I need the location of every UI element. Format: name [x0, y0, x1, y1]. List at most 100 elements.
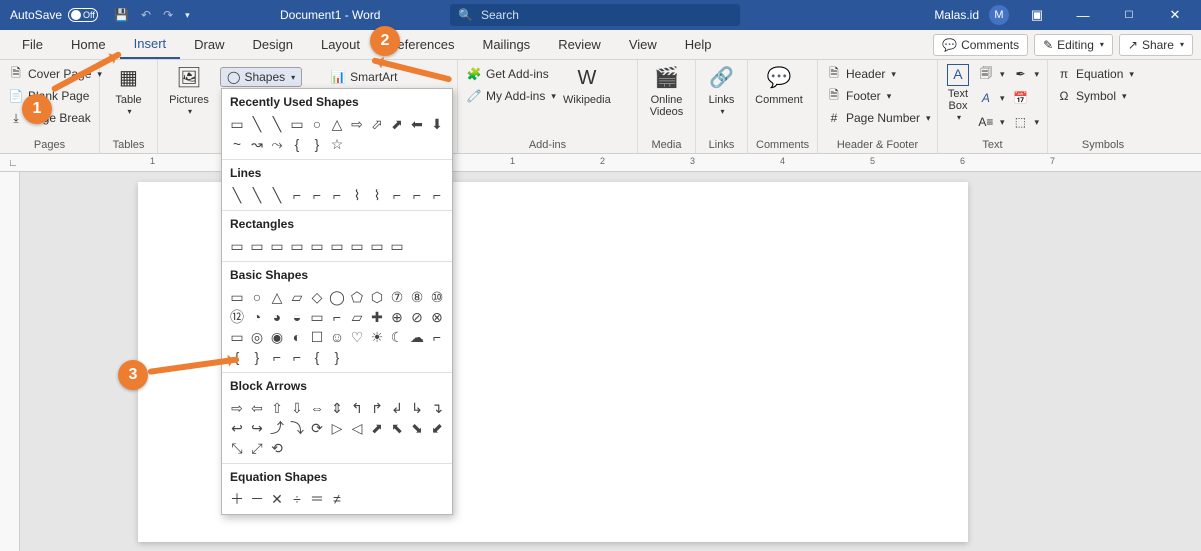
shape-glyph[interactable]: ▭ [248, 237, 266, 255]
shape-glyph[interactable]: ⬡ [368, 288, 386, 306]
shapes-equation-row[interactable]: ＋－✕÷＝≠ [222, 488, 452, 514]
shape-glyph[interactable]: ◉ [268, 328, 286, 346]
shape-glyph[interactable]: ⌇ [368, 186, 386, 204]
search-input[interactable] [481, 8, 732, 22]
shape-glyph[interactable]: ⌇ [348, 186, 366, 204]
shape-glyph[interactable]: ◇ [308, 288, 326, 306]
object-button[interactable]: ⬚▾ [1012, 112, 1039, 132]
shape-glyph[interactable]: } [308, 135, 326, 153]
tab-draw[interactable]: Draw [180, 30, 238, 59]
shape-glyph[interactable]: { [288, 135, 306, 153]
shape-glyph[interactable]: ⬀ [368, 115, 386, 133]
shape-glyph[interactable]: ↱ [368, 399, 386, 417]
shape-glyph[interactable]: ⬇ [428, 115, 446, 133]
shapes-basic-row[interactable]: ▭○△▱◇◯⬠⬡⑦⑧⑩⑫◔◕◒▭⌐▱✚⊕⊘⊗▭◎◉◐☐☺♡☀☾☁⌐{}⌐⌐{} [222, 286, 452, 372]
shape-glyph[interactable]: } [248, 348, 266, 366]
tab-layout[interactable]: Layout [307, 30, 374, 59]
shape-glyph[interactable]: ⌐ [328, 186, 346, 204]
smartart-button[interactable]: 📊SmartArt [330, 67, 397, 87]
tab-mailings[interactable]: Mailings [469, 30, 545, 59]
shape-glyph[interactable]: ▭ [288, 115, 306, 133]
shape-glyph[interactable]: ⤵ [288, 419, 306, 437]
editing-button[interactable]: ✎ Editing ▾ [1034, 34, 1113, 56]
shape-glyph[interactable]: ╲ [248, 186, 266, 204]
shape-glyph[interactable]: ○ [248, 288, 266, 306]
shape-glyph[interactable]: ↰ [348, 399, 366, 417]
shape-glyph[interactable]: ╲ [268, 115, 286, 133]
shape-glyph[interactable]: ⌐ [308, 186, 326, 204]
shape-glyph[interactable]: ◕ [268, 308, 286, 326]
toggle-switch[interactable]: Off [68, 8, 98, 22]
shape-glyph[interactable]: ⌐ [428, 328, 446, 346]
shape-glyph[interactable]: ▭ [328, 237, 346, 255]
shape-glyph[interactable]: ↲ [388, 399, 406, 417]
comment-button[interactable]: 💬 Comment [756, 64, 802, 137]
shape-glyph[interactable]: ⌐ [268, 348, 286, 366]
comments-button[interactable]: 💬 Comments [933, 34, 1028, 56]
shape-glyph[interactable]: ☀ [368, 328, 386, 346]
pictures-button[interactable]: 🖼 Pictures▾ [166, 64, 212, 117]
tab-review[interactable]: Review [544, 30, 615, 59]
shape-glyph[interactable]: ☺ [328, 328, 346, 346]
shape-glyph[interactable]: ○ [308, 115, 326, 133]
shape-glyph[interactable]: ⌐ [328, 308, 346, 326]
shapes-lines-row[interactable]: ╲╲╲⌐⌐⌐⌇⌇⌐⌐⌐ [222, 184, 452, 210]
shape-glyph[interactable]: ⤢ [248, 439, 266, 457]
shape-glyph[interactable]: ↝ [248, 135, 266, 153]
shape-glyph[interactable]: ⊘ [408, 308, 426, 326]
shape-glyph[interactable]: ~ [228, 135, 246, 153]
qat-dropdown-icon[interactable]: ▾ [185, 10, 190, 21]
get-addins-button[interactable]: 🧩Get Add-ins [466, 64, 556, 84]
shape-glyph[interactable]: ▭ [368, 237, 386, 255]
shape-glyph[interactable]: ⑧ [408, 288, 426, 306]
shape-glyph[interactable]: ⌐ [388, 186, 406, 204]
shape-glyph[interactable]: ⊕ [388, 308, 406, 326]
tab-design[interactable]: Design [239, 30, 307, 59]
autosave-toggle[interactable]: AutoSave Off [10, 8, 98, 22]
header-button[interactable]: 🗎Header▾ [826, 64, 931, 84]
shape-glyph[interactable]: ⇦ [248, 399, 266, 417]
shape-glyph[interactable]: ÷ [288, 490, 306, 508]
page-number-button[interactable]: #Page Number▾ [826, 108, 931, 128]
tab-insert[interactable]: Insert [120, 30, 181, 59]
shape-glyph[interactable]: ↳ [408, 399, 426, 417]
textbox-button[interactable]: A Text Box▾ [946, 64, 970, 137]
signature-button[interactable]: ✒▾ [1012, 64, 1039, 84]
shape-glyph[interactable]: ▱ [348, 308, 366, 326]
shape-glyph[interactable]: ↴ [428, 399, 446, 417]
shape-glyph[interactable]: ▷ [328, 419, 346, 437]
shape-glyph[interactable]: ↩ [228, 419, 246, 437]
shape-glyph[interactable]: } [328, 348, 346, 366]
shape-glyph[interactable]: ⬉ [388, 419, 406, 437]
shape-glyph[interactable]: ╲ [228, 186, 246, 204]
shape-glyph[interactable]: △ [328, 115, 346, 133]
shape-glyph[interactable]: ⤳ [268, 135, 286, 153]
shape-glyph[interactable]: ◒ [288, 308, 306, 326]
equation-button[interactable]: πEquation▾ [1056, 64, 1134, 84]
shape-glyph[interactable]: ╲ [248, 115, 266, 133]
shape-glyph[interactable]: ⇧ [268, 399, 286, 417]
shape-glyph[interactable]: ⬋ [428, 419, 446, 437]
dropcap-button[interactable]: A≡▾ [978, 112, 1005, 132]
online-videos-button[interactable]: 🎬 Online Videos [646, 64, 687, 137]
shape-glyph[interactable]: ⟲ [268, 439, 286, 457]
shape-glyph[interactable]: ◐ [288, 328, 306, 346]
ribbon-display-icon[interactable]: ▣ [1019, 0, 1055, 30]
shapes-blockarrows-row[interactable]: ⇨⇦⇧⇩⇔⇕↰↱↲↳↴↩↪⤴⤵⟳▷◁⬈⬉⬊⬋⤡⤢⟲ [222, 397, 452, 463]
table-button[interactable]: ▦ Table▾ [108, 64, 149, 137]
close-icon[interactable]: ✕ [1157, 0, 1193, 30]
shape-glyph[interactable]: △ [268, 288, 286, 306]
shape-glyph[interactable]: ↪ [248, 419, 266, 437]
shape-glyph[interactable]: ◎ [248, 328, 266, 346]
wordart-button[interactable]: A▾ [978, 88, 1005, 108]
shape-glyph[interactable]: ▭ [268, 237, 286, 255]
shape-glyph[interactable]: ≠ [328, 490, 346, 508]
shape-glyph[interactable]: ▭ [388, 237, 406, 255]
shape-glyph[interactable]: ⟳ [308, 419, 326, 437]
tab-view[interactable]: View [615, 30, 671, 59]
shape-glyph[interactable]: ◔ [248, 308, 266, 326]
shape-glyph[interactable]: ⌐ [428, 186, 446, 204]
shape-glyph[interactable]: － [248, 490, 266, 508]
shape-glyph[interactable]: ⬈ [388, 115, 406, 133]
shape-glyph[interactable]: ▭ [348, 237, 366, 255]
